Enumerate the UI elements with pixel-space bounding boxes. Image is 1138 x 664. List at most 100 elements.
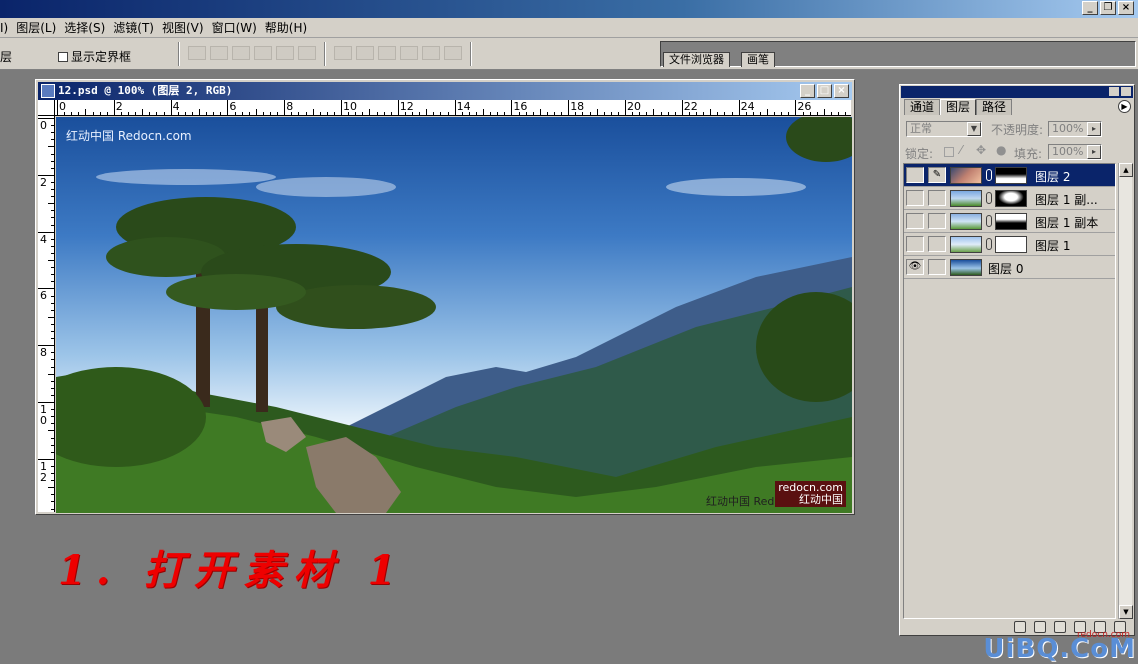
new-group-icon[interactable] — [1054, 621, 1066, 633]
doc-close-button[interactable]: × — [834, 84, 849, 98]
show-bounding-box-option[interactable]: 显示定界框 — [58, 48, 131, 65]
scroll-up-icon[interactable]: ▲ — [1119, 163, 1133, 177]
document-canvas[interactable]: 红动中国 Redocn.com 红动中国 Redo redocn.com 红动中… — [56, 117, 852, 513]
align-left-icon[interactable] — [254, 46, 272, 60]
ruler-tick — [142, 109, 144, 115]
lock-all-icon[interactable]: ● — [996, 143, 1006, 157]
layer-row[interactable]: 图层 1 — [904, 233, 1115, 256]
palette-title-bar[interactable] — [901, 86, 1133, 98]
tab-file-browser[interactable]: 文件浏览器 — [663, 52, 730, 67]
menu-item-partial[interactable]: I) — [0, 21, 16, 35]
vertical-ruler[interactable]: 024681012 — [38, 116, 55, 512]
document-window-controls: _ □ × — [800, 84, 849, 98]
ruler-tick — [454, 100, 456, 115]
layer-mask-thumbnail[interactable] — [995, 213, 1027, 230]
horizontal-ruler[interactable]: 0 2 4 6 8 10 12 14 16 18 20 22 24 26 — [55, 100, 851, 116]
ruler-label: 24 — [740, 100, 755, 113]
palette-menu-arrow-icon[interactable]: ▶ — [1118, 100, 1131, 113]
layer-style-icon[interactable] — [1014, 621, 1026, 633]
menu-item-filter[interactable]: 滤镜(T) — [113, 19, 162, 36]
fill-field[interactable]: 100% ▸ — [1048, 144, 1102, 160]
distribute-left-icon[interactable] — [400, 46, 418, 60]
opacity-field[interactable]: 100% ▸ — [1048, 121, 1102, 137]
ruler-tick — [774, 112, 776, 115]
restore-button[interactable]: ❐ — [1100, 1, 1116, 15]
paint-brush-icon[interactable]: ✎ — [928, 167, 946, 183]
document-title-bar[interactable]: 12.psd @ 100% (图层 2, RGB) _ □ × — [38, 82, 852, 100]
paint-link-toggle[interactable] — [928, 213, 946, 229]
layer-mask-thumbnail[interactable] — [995, 167, 1027, 184]
paint-link-toggle[interactable] — [928, 259, 946, 275]
align-top-icon[interactable] — [188, 46, 206, 60]
ruler-tick — [589, 112, 591, 115]
ruler-origin[interactable] — [38, 100, 55, 116]
distribute-vcenter-icon[interactable] — [356, 46, 374, 60]
palette-minimize-icon[interactable] — [1109, 87, 1119, 96]
fill-slider-arrow-icon[interactable]: ▸ — [1087, 145, 1101, 159]
watermark-stamp-text: 红动中国 — [799, 493, 843, 506]
fill-value: 100% — [1052, 145, 1084, 158]
menu-item-window[interactable]: 窗口(W) — [212, 19, 265, 36]
align-bottom-icon[interactable] — [232, 46, 250, 60]
lock-paint-icon[interactable]: ⁄ — [960, 143, 962, 157]
layer-row[interactable]: 图层 1 副本 — [904, 210, 1115, 233]
opacity-slider-arrow-icon[interactable]: ▸ — [1087, 122, 1101, 136]
distribute-top-icon[interactable] — [334, 46, 352, 60]
eye-icon[interactable]: 👁 — [906, 259, 924, 275]
palette-well: 文件浏览器 画笔 — [660, 41, 1136, 67]
ruler-tick — [312, 109, 314, 115]
ruler-tick — [128, 112, 129, 115]
tab-paths[interactable]: 路径 — [976, 99, 1013, 115]
align-right-icon[interactable] — [298, 46, 316, 60]
visibility-toggle[interactable] — [906, 190, 924, 206]
visibility-toggle[interactable] — [906, 167, 924, 183]
distribute-bottom-icon[interactable] — [378, 46, 396, 60]
visibility-toggle[interactable] — [906, 213, 924, 229]
close-button[interactable]: × — [1118, 1, 1134, 15]
lock-transparency-icon[interactable] — [944, 147, 954, 157]
ruler-tick — [830, 112, 832, 115]
scroll-down-icon[interactable]: ▼ — [1119, 605, 1133, 619]
align-vcenter-icon[interactable] — [210, 46, 228, 60]
doc-maximize-button[interactable]: □ — [817, 84, 832, 98]
ruler-label: 22 — [683, 100, 698, 113]
ruler-tick — [51, 359, 54, 361]
tab-channels[interactable]: 通道 — [904, 99, 941, 115]
show-bounding-box-checkbox[interactable] — [58, 51, 68, 62]
layers-scrollbar[interactable]: ▲ ▼ — [1118, 163, 1133, 619]
minimize-button[interactable]: _ — [1082, 1, 1098, 15]
menu-item-view[interactable]: 视图(V) — [162, 19, 212, 36]
distribute-right-icon[interactable] — [444, 46, 462, 60]
layer-mask-thumbnail[interactable] — [995, 190, 1027, 207]
add-mask-icon[interactable] — [1034, 621, 1046, 633]
ruler-tick — [397, 100, 399, 115]
ruler-tick — [653, 109, 655, 115]
layer-row[interactable]: ✎ 图层 2 — [904, 164, 1115, 187]
ruler-tick — [51, 132, 54, 134]
tab-layers[interactable]: 图层 — [940, 99, 977, 115]
menu-item-help[interactable]: 帮助(H) — [265, 19, 315, 36]
ruler-tick — [213, 112, 215, 115]
menu-item-select[interactable]: 选择(S) — [64, 19, 113, 36]
lock-move-icon[interactable]: ✥ — [976, 143, 986, 157]
photoshop-document-icon — [41, 84, 55, 98]
paint-link-toggle[interactable] — [928, 236, 946, 252]
ruler-tick — [433, 112, 435, 115]
opacity-label: 不透明度: — [991, 123, 1044, 137]
ruler-tick — [48, 373, 54, 375]
ruler-tick — [603, 112, 605, 115]
ruler-tick — [319, 112, 321, 115]
layer-mask-thumbnail[interactable] — [995, 236, 1027, 253]
paint-link-toggle[interactable] — [928, 190, 946, 206]
layer-row[interactable]: 👁 图层 0 — [904, 256, 1115, 279]
visibility-toggle[interactable] — [906, 236, 924, 252]
align-hcenter-icon[interactable] — [276, 46, 294, 60]
tab-brushes[interactable]: 画笔 — [741, 52, 775, 67]
doc-minimize-button[interactable]: _ — [800, 84, 815, 98]
menu-item-layer[interactable]: 图层(L) — [16, 19, 64, 36]
palette-close-icon[interactable] — [1121, 87, 1131, 96]
distribute-hcenter-icon[interactable] — [422, 46, 440, 60]
app-title-bar: _ ❐ × — [0, 0, 1138, 18]
blend-mode-select[interactable]: 正常 ▼ — [906, 121, 982, 137]
layer-row[interactable]: 图层 1 副... — [904, 187, 1115, 210]
